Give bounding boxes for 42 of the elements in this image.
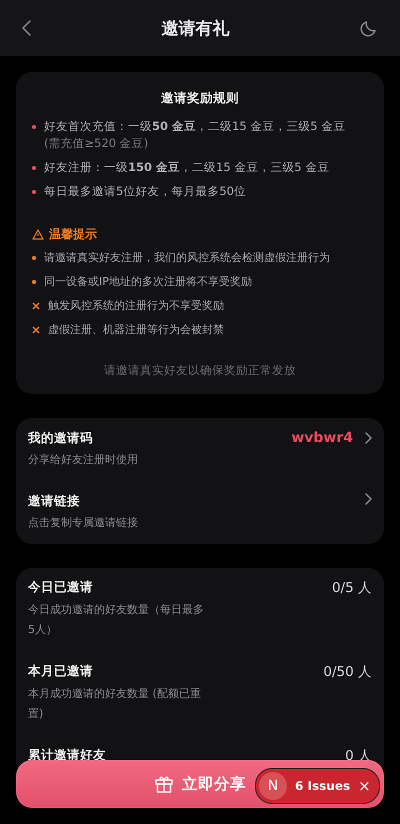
rules-title: 邀请奖励规则 [160, 90, 240, 107]
issues-badge[interactable]: N 6 Issues × [255, 768, 380, 804]
warning-icon [32, 229, 44, 240]
bullet-icon [32, 280, 36, 284]
page-title: 邀请有礼 [162, 18, 230, 40]
stat-subtitle: 今日成功邀请的好友数量（每日最多5人） [28, 602, 204, 638]
tips-title: 温馨提示 [49, 226, 97, 243]
cross-icon [32, 326, 40, 334]
row-title: 邀请链接 [28, 493, 81, 510]
rule-text: 好友注册：一级150 金豆，二级15 金豆，三级5 金豆 [44, 159, 330, 176]
invite-row[interactable]: 我的邀请码 分享给好友注册时使用 wvbwr4 [16, 418, 384, 481]
tip-text: 触发风控系统的注册行为不享受奖励 [48, 298, 224, 314]
stat-subtitle: 本月成功邀请的好友数量 (配额已重置) [28, 686, 202, 722]
moon-icon[interactable] [360, 19, 378, 37]
rule-text: 好友首次充值：一级50 金豆，二级15 金豆，三级5 金豆 [44, 118, 346, 135]
stat-value: 0/5 人 [332, 579, 372, 597]
row-subtitle: 分享给好友注册时使用 [28, 452, 138, 468]
stat-value: 0/50 人 [323, 663, 372, 681]
rules-footer: 请邀请真实好友以确保奖励正常发放 [32, 363, 368, 378]
tip-text: 虚假注册、机器注册等行为会被封禁 [48, 322, 224, 338]
logo-badge: N [259, 772, 287, 800]
tip-text: 同一设备或IP地址的多次注册将不享受奖励 [44, 274, 252, 290]
cross-icon [32, 302, 40, 310]
close-button[interactable]: × [358, 777, 371, 795]
row-subtitle: 点击复制专属邀请链接 [28, 515, 138, 531]
chevron-icon [363, 493, 372, 505]
bullet-icon [32, 256, 36, 260]
rule-text: 每日最多邀请5位好友，每月最多50位 [44, 183, 246, 200]
tip-text: 请邀请真实好友注册，我们的风控系统会检测虚假注册行为 [44, 250, 330, 266]
rule-note: (需充值≥520 金豆) [44, 135, 150, 152]
stat-title: 本月已邀请 [28, 663, 94, 680]
back-icon[interactable] [22, 20, 31, 36]
bullet-icon [32, 125, 36, 129]
invite-code: wvbwr4 [291, 430, 353, 446]
stat-title: 今日已邀请 [28, 579, 94, 596]
issues-count: 6 Issues [295, 779, 350, 793]
bullet-icon [32, 166, 36, 170]
bullet-icon [32, 190, 36, 194]
invite-row[interactable]: 邀请链接 点击复制专属邀请链接 [16, 481, 384, 544]
chevron-icon [363, 432, 372, 444]
row-title: 我的邀请码 [28, 430, 94, 447]
gift-icon [154, 774, 174, 794]
